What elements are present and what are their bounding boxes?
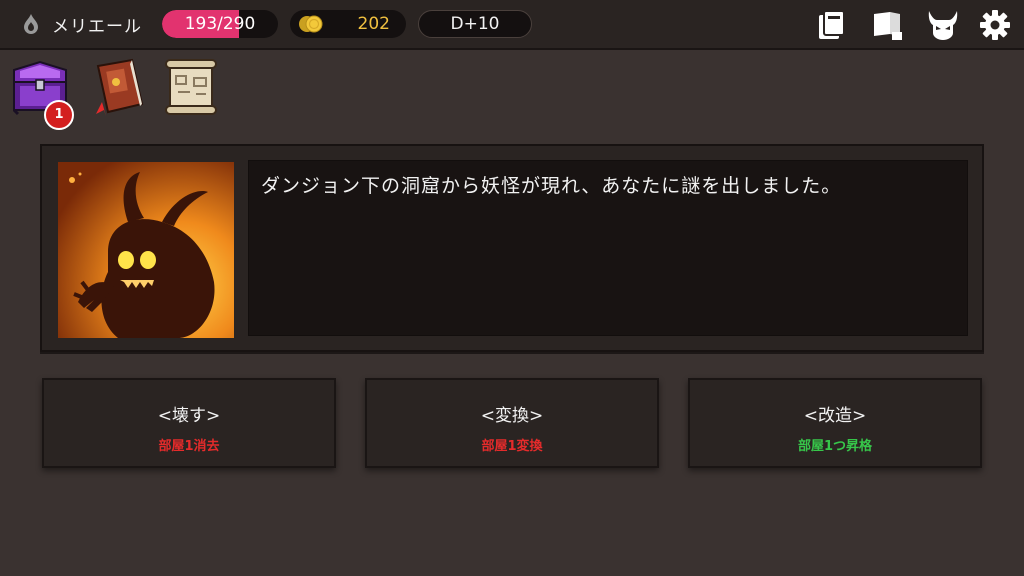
choice-title: <壊す>: [157, 406, 221, 426]
choice-title: <変換>: [480, 406, 544, 426]
gold-counter: 202: [290, 10, 406, 38]
hp-bar: 193/290: [162, 10, 278, 38]
book-icon[interactable]: [870, 8, 904, 42]
demon-helmet-icon[interactable]: [926, 8, 960, 42]
chest-count-badge: 1: [44, 100, 74, 130]
event-text-box: ダンジョン下の洞窟から妖怪が現れ、あなたに謎を出しました。: [248, 160, 968, 336]
event-message: ダンジョン下の洞窟から妖怪が現れ、あなたに謎を出しました。: [261, 175, 842, 197]
choice-subtitle: 部屋1つ昇格: [797, 439, 873, 454]
choice-title: <改造>: [803, 406, 867, 426]
gold-amount: 202: [357, 14, 390, 34]
player-info: メリエール: [20, 10, 142, 38]
day-counter: D+10: [418, 10, 532, 38]
choice-convert-button[interactable]: <変換> 部屋1変換: [365, 378, 659, 468]
player-name: メリエール: [52, 16, 142, 37]
event-panel: ダンジョン下の洞窟から妖怪が現れ、あなたに謎を出しました。: [40, 144, 984, 352]
choice-destroy-button[interactable]: <壊す> 部屋1消去: [42, 378, 336, 468]
coin-icon: [299, 15, 323, 33]
scroll-icon[interactable]: [160, 56, 222, 118]
card-icon[interactable]: [814, 8, 848, 42]
hp-text: 193/290: [184, 14, 256, 34]
gear-icon[interactable]: [978, 8, 1012, 42]
choice-modify-button[interactable]: <改造> 部屋1つ昇格: [688, 378, 982, 468]
demon-portrait: [58, 162, 234, 338]
spellbook-icon[interactable]: [88, 56, 150, 118]
flame-icon: [24, 14, 38, 34]
choice-subtitle: 部屋1消去: [158, 439, 220, 454]
choice-subtitle: 部屋1変換: [481, 439, 543, 454]
top-bar: メリエール 193/290 202 D+10: [0, 0, 1024, 50]
